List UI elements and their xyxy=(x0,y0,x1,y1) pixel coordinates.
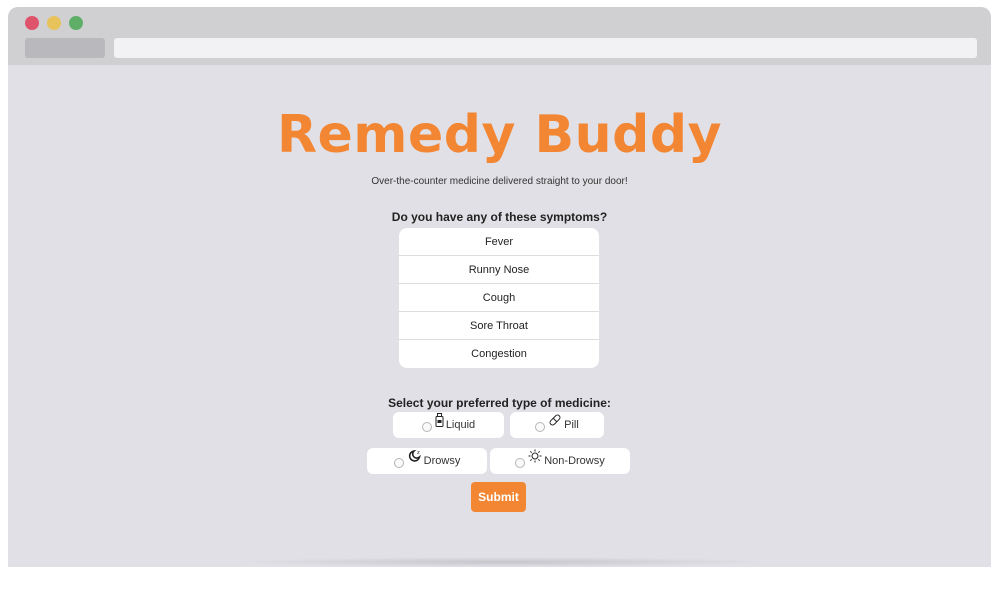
medicine-question: Select your preferred type of medicine: xyxy=(388,396,611,410)
pill-radio[interactable] xyxy=(535,422,546,432)
symptoms-list: Fever Runny Nose Cough Sore Throat Conge… xyxy=(399,228,599,368)
bottle-icon xyxy=(435,413,444,429)
non-drowsy-label: Non-Drowsy xyxy=(544,455,605,467)
drowsy-label: Drowsy xyxy=(423,455,461,467)
sun-icon xyxy=(528,449,542,465)
browser-window: Remedy Buddy Over-the-counter medicine d… xyxy=(8,7,991,567)
symptom-cough[interactable]: Cough xyxy=(399,284,599,312)
liquid-label: Liquid xyxy=(445,419,476,431)
address-bar[interactable] xyxy=(114,38,977,58)
moon-icon: z xyxy=(407,449,422,465)
page-content: Remedy Buddy Over-the-counter medicine d… xyxy=(8,65,991,567)
minimize-window-icon[interactable] xyxy=(47,16,61,30)
pill-label: Pill xyxy=(564,419,579,431)
close-window-icon[interactable] xyxy=(25,16,39,30)
svg-text:z: z xyxy=(417,450,420,456)
symptom-runny-nose[interactable]: Runny Nose xyxy=(399,256,599,284)
navigation-buttons[interactable] xyxy=(25,38,105,58)
symptom-congestion[interactable]: Congestion xyxy=(399,340,599,368)
option-pill[interactable]: Pill xyxy=(510,412,604,438)
option-liquid[interactable]: Liquid xyxy=(393,412,504,438)
pill-icon xyxy=(548,413,562,429)
drowsy-radio[interactable] xyxy=(393,458,404,468)
page-bottom-shadow xyxy=(233,557,773,567)
maximize-window-icon[interactable] xyxy=(69,16,83,30)
liquid-radio[interactable] xyxy=(421,422,432,432)
browser-chrome xyxy=(8,7,991,65)
submit-button[interactable]: Submit xyxy=(471,482,526,512)
page-title: Remedy Buddy xyxy=(277,105,722,165)
option-non-drowsy[interactable]: Non-Drowsy xyxy=(490,448,630,474)
tagline: Over-the-counter medicine delivered stra… xyxy=(371,176,628,187)
symptom-fever[interactable]: Fever xyxy=(399,228,599,256)
symptoms-question: Do you have any of these symptoms? xyxy=(391,210,608,224)
non-drowsy-radio[interactable] xyxy=(515,458,526,468)
option-drowsy[interactable]: z Drowsy xyxy=(367,448,487,474)
symptom-sore-throat[interactable]: Sore Throat xyxy=(399,312,599,340)
